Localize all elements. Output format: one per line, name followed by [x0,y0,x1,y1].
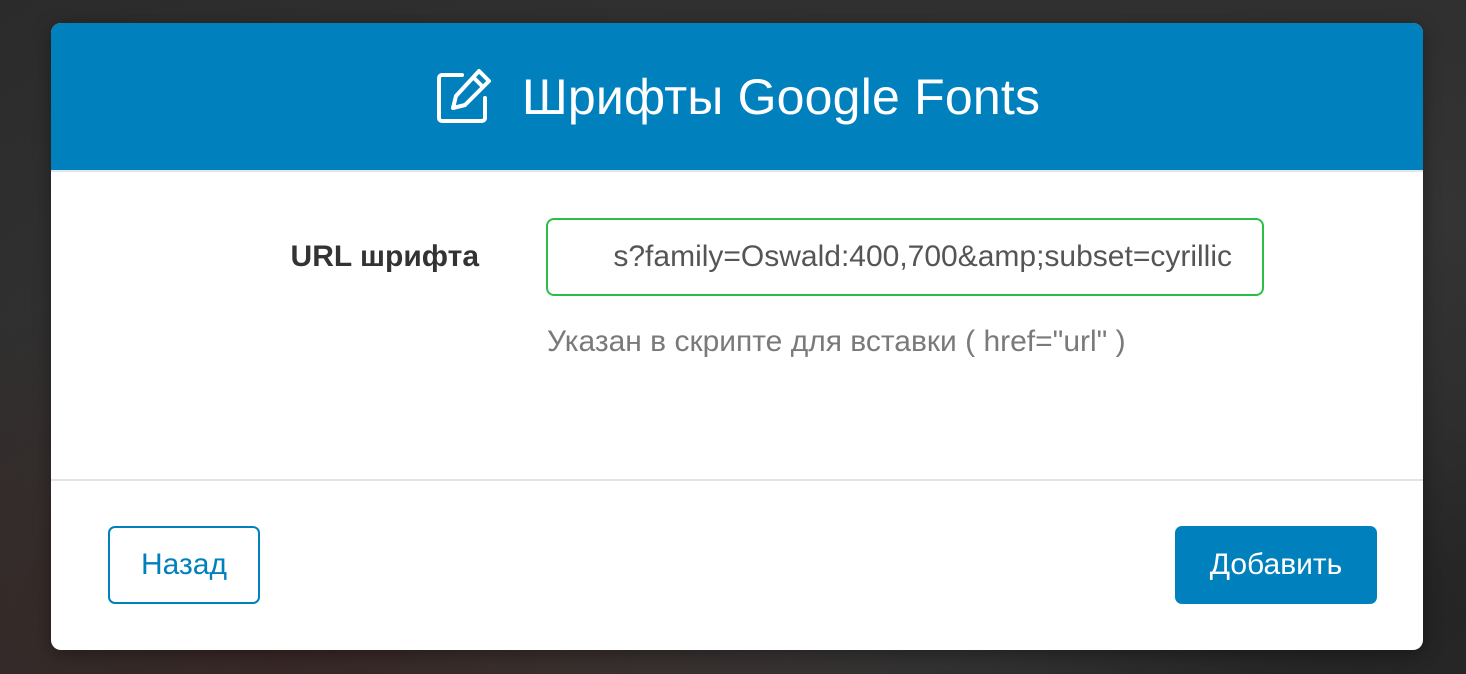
back-button[interactable]: Назад [108,526,260,604]
footer-divider [51,479,1423,481]
dialog-header-content: Шрифты Google Fonts [434,68,1040,126]
dialog-header: Шрифты Google Fonts [51,23,1423,170]
google-fonts-dialog: Шрифты Google Fonts URL шрифта s?family=… [51,23,1423,650]
add-button[interactable]: Добавить [1175,526,1377,604]
edit-icon [436,68,491,123]
font-url-input[interactable]: s?family=Oswald:400,700&amp;subset=cyril… [546,218,1264,296]
font-url-help-text: Указан в скрипте для вставки ( href="url… [547,325,1126,358]
font-url-label: URL шрифта [290,240,479,273]
font-url-value: s?family=Oswald:400,700&amp;subset=cyril… [613,240,1232,273]
dialog-title: Шрифты Google Fonts [521,68,1041,125]
header-divider [51,170,1423,172]
